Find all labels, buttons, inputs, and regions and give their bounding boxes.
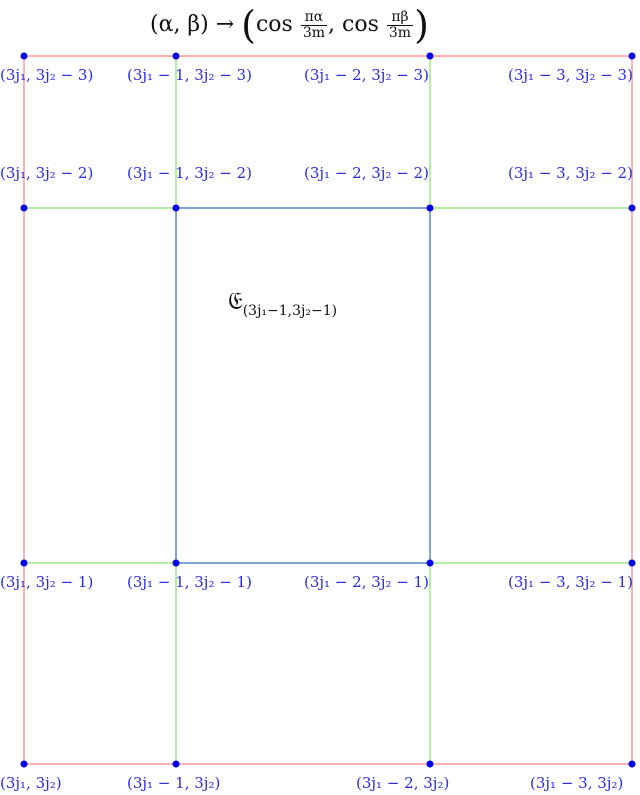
vertex-bottom-1 xyxy=(172,760,180,768)
mapping-lhs: (α, β) → xyxy=(150,12,235,37)
vertex-third-1 xyxy=(172,559,180,567)
vertex-third-2 xyxy=(426,559,434,567)
vertex-label-second-0: (3j₁, 3j₂ − 2) xyxy=(0,164,94,182)
vertex-top-0 xyxy=(20,52,28,60)
fraction-2-denominator: 3m xyxy=(388,24,412,41)
vertex-label-top-0: (3j₁, 3j₂ − 3) xyxy=(0,66,94,84)
fraction-1-denominator: 3m xyxy=(302,24,326,41)
cos-1: cos xyxy=(255,12,293,37)
vertex-label-top-2: (3j₁ − 2, 3j₂ − 3) xyxy=(304,66,429,84)
fraction-2: πβ 3m xyxy=(386,9,414,41)
vertex-group xyxy=(20,52,636,768)
vertex-label-bottom-0: (3j₁, 3j₂) xyxy=(0,774,62,792)
vertex-bottom-0 xyxy=(20,760,28,768)
open-paren: ( xyxy=(241,3,256,47)
vertex-second-0 xyxy=(20,204,28,212)
cos-2: cos xyxy=(342,12,379,37)
vertex-top-2 xyxy=(426,52,434,60)
vertex-label-third-0: (3j₁, 3j₂ − 1) xyxy=(0,573,94,591)
vertex-label-third-1: (3j₁ − 1, 3j₂ − 1) xyxy=(127,573,252,591)
vertex-second-3 xyxy=(628,204,636,212)
vertex-label-bottom-3: (3j₁ − 3, 3j₂) xyxy=(530,774,624,792)
mapping-title: (α, β) → (cos πα 3m, cos πβ 3m) xyxy=(0,0,640,48)
grid-diagram xyxy=(20,52,636,768)
cell-label: 𝔈(3j₁−1,3j₂−1) xyxy=(228,287,337,319)
vertex-label-top-3: (3j₁ − 3, 3j₂ − 3) xyxy=(508,66,633,84)
vertex-top-1 xyxy=(172,52,180,60)
vertex-label-bottom-2: (3j₁ − 2, 3j₂) xyxy=(356,774,450,792)
vertex-bottom-2 xyxy=(426,760,434,768)
highlighted-cell xyxy=(175,207,431,564)
vertex-bottom-3 xyxy=(628,760,636,768)
vertex-second-1 xyxy=(172,204,180,212)
comma: , xyxy=(328,12,336,37)
vertex-third-3 xyxy=(628,559,636,567)
cell-symbol: 𝔈 xyxy=(228,287,243,315)
vertex-second-2 xyxy=(426,204,434,212)
vertex-label-second-3: (3j₁ − 3, 3j₂ − 2) xyxy=(508,164,633,182)
fraction-1: πα 3m xyxy=(300,9,328,41)
vertex-top-3 xyxy=(628,52,636,60)
close-paren: ) xyxy=(414,3,429,47)
vertex-label-top-1: (3j₁ − 1, 3j₂ − 3) xyxy=(127,66,252,84)
vertex-label-bottom-1: (3j₁ − 1, 3j₂) xyxy=(127,774,221,792)
fraction-2-numerator: πβ xyxy=(386,9,414,26)
outer-boundary xyxy=(23,55,633,765)
mapping-formula: (α, β) → (cos πα 3m, cos πβ 3m) xyxy=(150,6,429,44)
fraction-1-numerator: πα xyxy=(300,9,328,26)
vertex-label-third-3: (3j₁ − 3, 3j₂ − 1) xyxy=(508,573,633,591)
vertex-third-0 xyxy=(20,559,28,567)
vertex-label-third-2: (3j₁ − 2, 3j₂ − 1) xyxy=(304,573,429,591)
vertex-label-second-1: (3j₁ − 1, 3j₂ − 2) xyxy=(127,164,252,182)
cell-subscript: (3j₁−1,3j₂−1) xyxy=(242,303,338,319)
vertex-label-second-2: (3j₁ − 2, 3j₂ − 2) xyxy=(304,164,429,182)
